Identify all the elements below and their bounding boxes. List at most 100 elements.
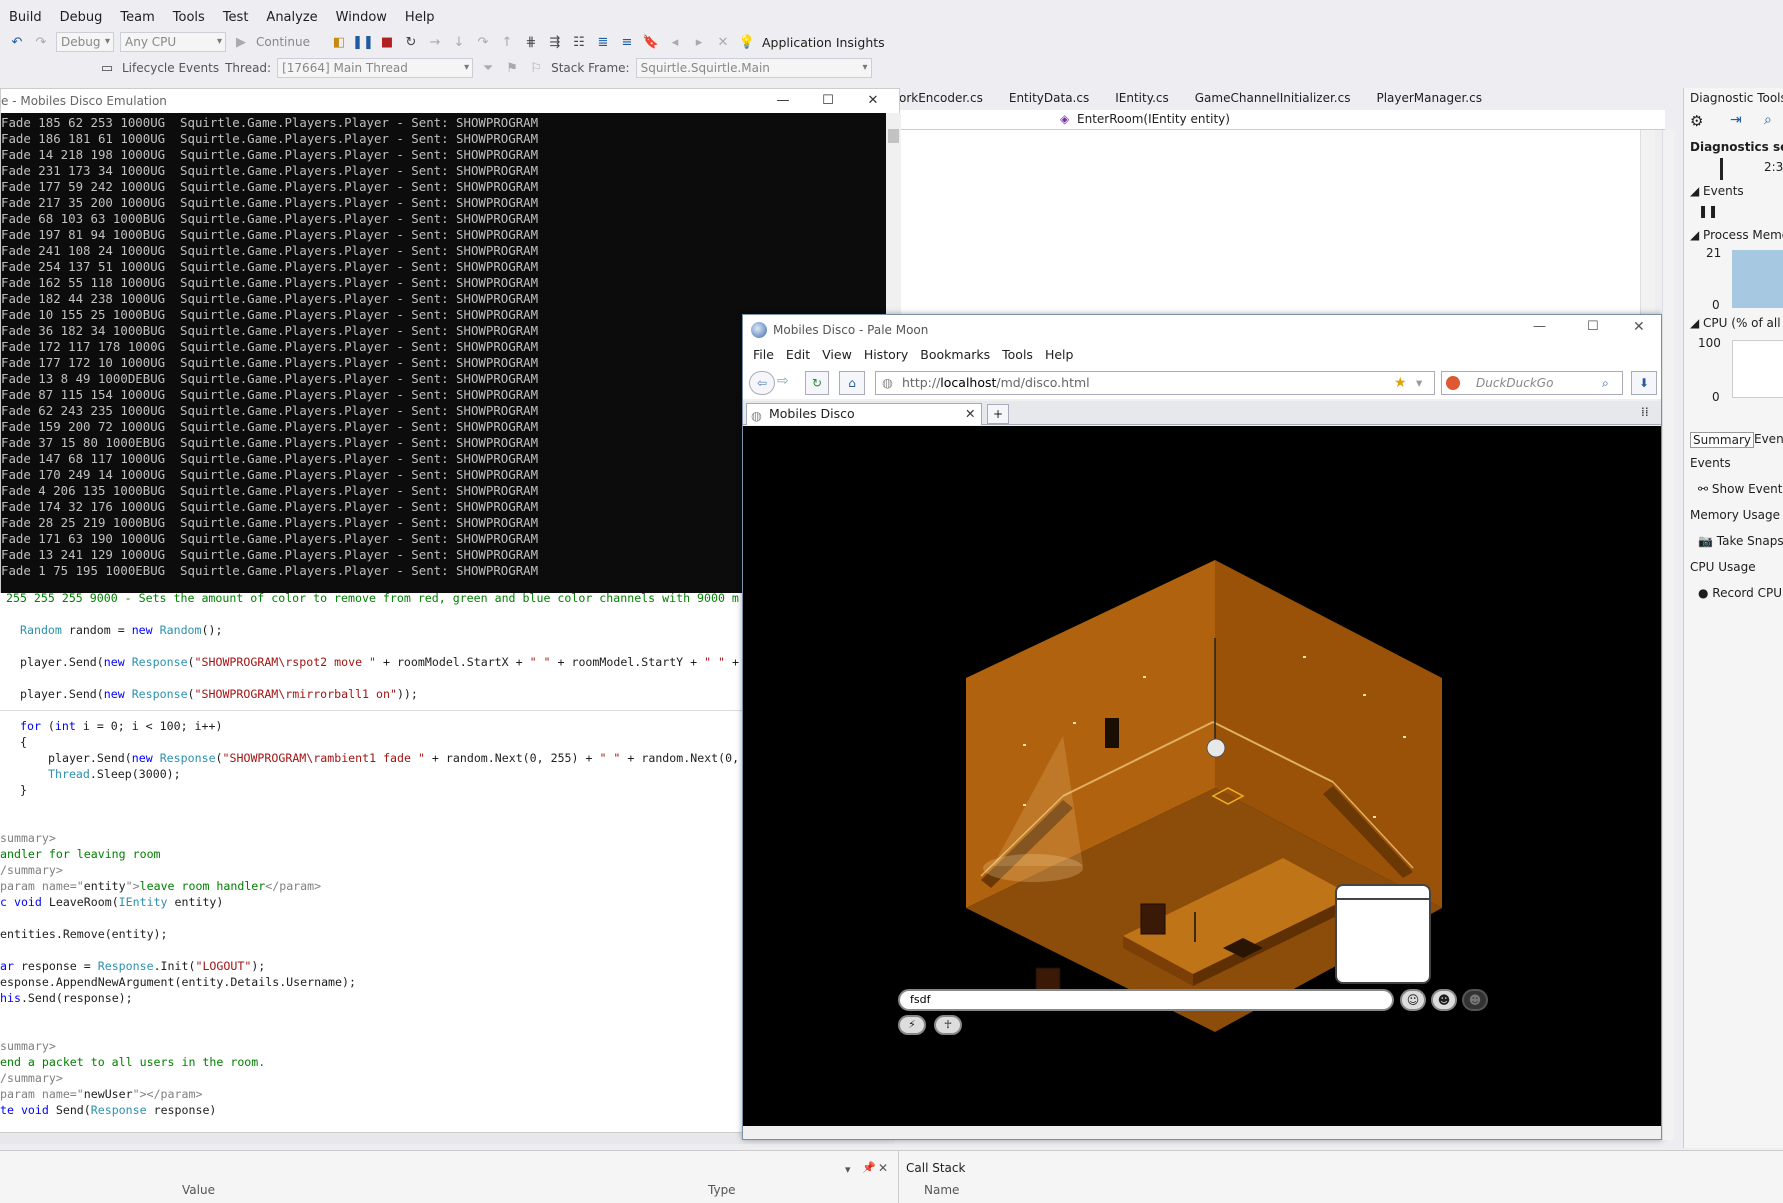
browser-maximize-icon[interactable]: ☐ (1587, 319, 1599, 334)
reload-icon[interactable]: ↻ (805, 371, 829, 395)
code-line: } (20, 783, 27, 797)
filter-icon[interactable]: ⏷ (479, 59, 497, 77)
restart-icon[interactable]: ↻ (402, 33, 420, 51)
pane-close-icon[interactable]: ✕ (878, 1161, 888, 1175)
chat-input[interactable]: fsdf (898, 989, 1394, 1011)
maximize-icon[interactable]: ☐ (806, 89, 850, 113)
tab-events[interactable]: Event (1754, 432, 1783, 446)
lifecycle-events-button[interactable]: Lifecycle Events (122, 61, 219, 75)
console-line: Fade 4 206 135 1000BUG Squirtle.Game.Pla… (1, 483, 539, 498)
search-placeholder: DuckDuckGo (1476, 376, 1554, 390)
show-next-statement-icon[interactable]: → (426, 33, 444, 51)
door (1105, 718, 1119, 748)
url-bar[interactable]: ◍ http://localhost/md/disco.html ★ ▾ (875, 371, 1435, 395)
tab-title: Mobiles Disco (769, 406, 855, 421)
code-editor[interactable]: 255 255 255 9000 - Sets the amount of co… (0, 590, 760, 1135)
url-prefix: http:// (902, 375, 941, 390)
game-canvas[interactable]: fsdf ☺ ☻ ☻ ⚡ ☥ (743, 426, 1661, 1126)
tab-player-manager[interactable]: PlayerManager.cs (1372, 88, 1504, 108)
url-path: /md/disco.html (996, 375, 1090, 390)
forward-icon[interactable]: ⇨ (777, 373, 789, 389)
continue-button[interactable]: Continue (256, 35, 324, 49)
console-line: Fade 87 115 154 1000UG Squirtle.Game.Pla… (1, 387, 539, 402)
vs-toolbar-standard: ↶ ↷ Debug Any CPU ▶ Continue ◧ ❚❚ ■ ↻ → … (0, 28, 1783, 56)
search-input[interactable]: DuckDuckGo ⌕ (1441, 371, 1623, 395)
pin-icon[interactable]: 📌 (862, 1161, 876, 1174)
emote-shout-icon[interactable]: ☻ (1431, 989, 1457, 1011)
browser-close-icon[interactable]: ✕ (1633, 319, 1645, 335)
attach-icon[interactable]: ◧ (330, 33, 348, 51)
url-dropdown-icon[interactable]: ▾ (1416, 372, 1422, 394)
stack-frame-select[interactable]: Squirtle.Squirtle.Main (635, 58, 872, 78)
browser-menu-help[interactable]: Help (1039, 345, 1080, 365)
browser-tab[interactable]: ◍ Mobiles Disco ✕ (746, 403, 982, 425)
parallel-stacks-icon[interactable]: ☷ (570, 33, 588, 51)
platform-select[interactable]: Any CPU (120, 32, 226, 52)
show-events-link[interactable]: ⚯ Show Events (1698, 482, 1783, 496)
member-dropdown[interactable]: EnterRoom(IEntity entity) (1077, 112, 1230, 126)
solution-config-select[interactable]: Debug (56, 32, 114, 52)
continue-play-icon[interactable]: ▶ (232, 33, 250, 51)
take-snapshot-button[interactable]: 📷 Take Snapsh (1698, 534, 1783, 548)
section-cpu: CPU Usage (1690, 560, 1756, 574)
code-line: player.Send(new Response("SHOWPROGRAM\ra… (48, 751, 740, 765)
tab-network-encoder[interactable]: orkEncoder.cs (895, 88, 1005, 108)
zoom-icon[interactable]: ⌕ (1764, 112, 1772, 128)
break-all-icon[interactable]: ❚❚ (352, 33, 374, 51)
thread-select[interactable]: [17664] Main Thread (277, 58, 474, 78)
profile-icon[interactable]: ☥ (934, 1015, 962, 1035)
code-line: summary> (0, 831, 56, 845)
threads-icon[interactable]: ⇶ (546, 33, 564, 51)
browser-menu-bookmarks[interactable]: Bookmarks (914, 345, 996, 365)
pause-icon[interactable]: ❚❚ (1698, 204, 1718, 218)
method-icon: ◈ (1060, 112, 1070, 126)
flag-icon[interactable]: ⚑ (503, 59, 521, 77)
browser-menu-view[interactable]: View (816, 345, 858, 365)
flag-threads-icon[interactable]: ⚐ (527, 59, 545, 77)
settings-icon[interactable]: ⚙ (1690, 112, 1703, 130)
comment-icon[interactable]: ≣ (594, 33, 612, 51)
tab-summary[interactable]: Summary (1690, 432, 1754, 448)
browser-menu-history[interactable]: History (858, 345, 914, 365)
export-icon[interactable]: ⇥ (1730, 112, 1742, 128)
app-insights-button[interactable]: Application Insights (762, 35, 885, 50)
emote-whisper-icon[interactable]: ☻ (1462, 989, 1488, 1011)
hex-display-icon[interactable]: ⋕ (522, 33, 540, 51)
back-icon[interactable]: ⇦ (749, 371, 775, 395)
uncomment-icon[interactable]: ≡ (618, 33, 636, 51)
next-bookmark-icon[interactable]: ▸ (690, 33, 708, 51)
step-over-icon[interactable]: ↷ (474, 33, 492, 51)
close-icon[interactable]: ✕ (851, 89, 895, 113)
stop-icon[interactable]: ■ (378, 33, 396, 51)
tab-entity-data[interactable]: EntityData.cs (1005, 88, 1111, 108)
downloads-icon[interactable]: ⬇ (1631, 371, 1657, 395)
browser-menu-file[interactable]: File (747, 345, 780, 365)
browser-minimize-icon[interactable]: — (1533, 319, 1546, 334)
minimize-icon[interactable]: — (761, 89, 805, 113)
prev-bookmark-icon[interactable]: ◂ (666, 33, 684, 51)
step-into-icon[interactable]: ↓ (450, 33, 468, 51)
record-cpu-button[interactable]: ● Record CPU (1698, 586, 1782, 600)
clear-bookmarks-icon[interactable]: ✕ (714, 33, 732, 51)
tab-game-channel-initializer[interactable]: GameChannelInitializer.cs (1191, 88, 1373, 108)
browser-menu-edit[interactable]: Edit (780, 345, 816, 365)
home-icon[interactable]: ⌂ (839, 371, 865, 395)
code-line: c void LeaveRoom(IEntity entity) (0, 895, 224, 909)
redo-icon[interactable]: ↷ (32, 33, 50, 51)
right-editor-scrollbar[interactable] (1662, 130, 1674, 1140)
navigator-icon[interactable]: ⚡ (898, 1015, 926, 1035)
timeline-cursor[interactable] (1720, 158, 1723, 180)
tab-close-icon[interactable]: ✕ (965, 404, 975, 424)
search-icon[interactable]: ⌕ (1602, 372, 1609, 394)
new-tab-icon[interactable]: + (987, 404, 1009, 424)
pane-dropdown-icon[interactable]: ▾ (845, 1163, 851, 1176)
tab-ientity[interactable]: IEntity.cs (1111, 88, 1191, 108)
duckduckgo-icon (1446, 376, 1460, 390)
browser-menu-tools[interactable]: Tools (996, 345, 1039, 365)
undo-icon[interactable]: ↶ (8, 33, 26, 51)
tab-list-icon[interactable]: ⁞⁞ (1641, 405, 1649, 419)
bookmark-icon[interactable]: 🔖 (642, 33, 660, 51)
bookmark-star-icon[interactable]: ★ (1394, 372, 1407, 394)
step-out-icon[interactable]: ↑ (498, 33, 516, 51)
emote-talk-icon[interactable]: ☺ (1400, 989, 1426, 1011)
